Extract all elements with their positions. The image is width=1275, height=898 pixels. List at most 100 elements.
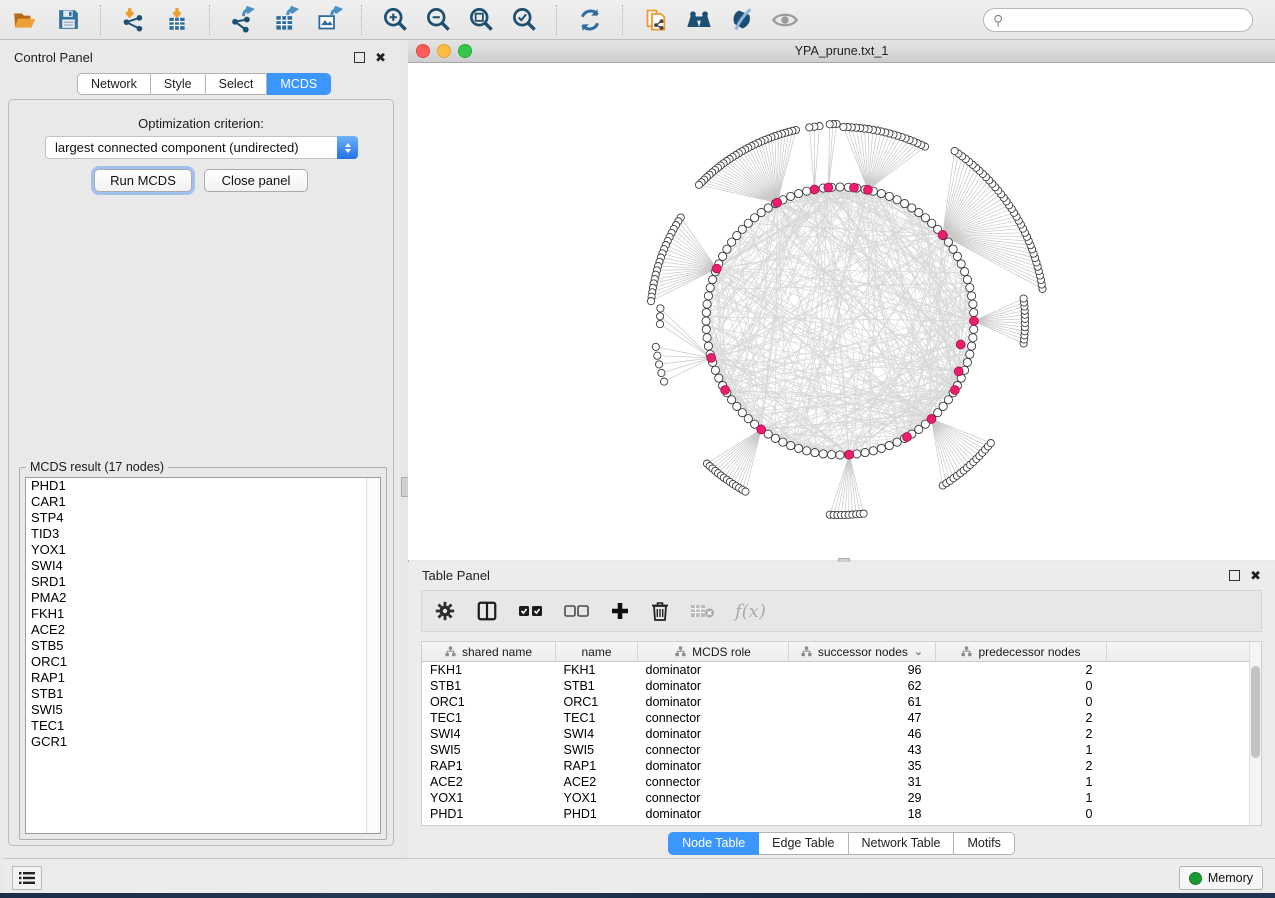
cell-successor_nodes[interactable]: 18 bbox=[789, 806, 936, 822]
table-row[interactable]: STB1STB1dominator620 bbox=[422, 678, 1257, 694]
delete-table-icon[interactable] bbox=[690, 598, 715, 624]
cell-shared_name[interactable]: SWI5 bbox=[422, 742, 556, 758]
cell-successor_nodes[interactable]: 29 bbox=[789, 790, 936, 806]
search-box[interactable]: ⚲ bbox=[983, 8, 1253, 32]
cell-successor_nodes[interactable]: 35 bbox=[789, 758, 936, 774]
tab-motifs[interactable]: Motifs bbox=[954, 832, 1014, 855]
add-column-icon[interactable] bbox=[610, 598, 630, 624]
cell-shared_name[interactable]: YOX1 bbox=[422, 790, 556, 806]
export-table-icon[interactable] bbox=[271, 5, 301, 35]
cell-successor_nodes[interactable]: 43 bbox=[789, 742, 936, 758]
cell-predecessor_nodes[interactable]: 0 bbox=[936, 806, 1107, 822]
cell-name[interactable]: SWI5 bbox=[556, 742, 638, 758]
table-row[interactable]: FKH1FKH1dominator962 bbox=[422, 662, 1257, 679]
open-file-icon[interactable] bbox=[10, 5, 40, 35]
mcds-result-item[interactable]: PHD1 bbox=[26, 478, 380, 494]
mcds-hub-node[interactable] bbox=[845, 450, 854, 459]
cell-name[interactable]: TEC1 bbox=[556, 710, 638, 726]
cell-name[interactable]: YOX1 bbox=[556, 790, 638, 806]
cell-successor_nodes[interactable]: 47 bbox=[789, 710, 936, 726]
search-input[interactable] bbox=[1008, 12, 1243, 28]
tab-network[interactable]: Network bbox=[77, 73, 151, 95]
mcds-hub-node[interactable] bbox=[951, 386, 960, 395]
cell-shared_name[interactable]: RAP1 bbox=[422, 758, 556, 774]
deselect-all-icon[interactable] bbox=[564, 598, 590, 624]
cell-shared_name[interactable]: ORC1 bbox=[422, 694, 556, 710]
mcds-hub-node[interactable] bbox=[824, 183, 833, 192]
mcds-result-item[interactable]: SWI5 bbox=[26, 702, 380, 718]
zoom-in-icon[interactable] bbox=[380, 5, 410, 35]
table-row[interactable]: TEC1TEC1connector472 bbox=[422, 710, 1257, 726]
cell-mcds_role[interactable]: dominator bbox=[638, 806, 789, 822]
cell-mcds_role[interactable]: connector bbox=[638, 742, 789, 758]
column-header-shared-name[interactable]: shared name bbox=[422, 642, 556, 662]
table-row[interactable]: ACE2ACE2connector311 bbox=[422, 774, 1257, 790]
export-network-icon[interactable] bbox=[228, 5, 258, 35]
column-layout-icon[interactable] bbox=[476, 598, 498, 624]
network-graph-canvas[interactable] bbox=[408, 63, 1275, 560]
mcds-result-item[interactable]: STB1 bbox=[26, 686, 380, 702]
cell-shared_name[interactable]: TEC1 bbox=[422, 710, 556, 726]
import-table-icon[interactable] bbox=[162, 5, 192, 35]
close-panel-button[interactable]: Close panel bbox=[204, 169, 308, 192]
table-row[interactable]: SWI5SWI5connector431 bbox=[422, 742, 1257, 758]
mcds-hub-node[interactable] bbox=[707, 354, 716, 363]
tab-node-table[interactable]: Node Table bbox=[668, 832, 759, 855]
table-row[interactable]: SWI4SWI4dominator462 bbox=[422, 726, 1257, 742]
first-neighbors-icon[interactable] bbox=[684, 5, 714, 35]
tab-select[interactable]: Select bbox=[206, 73, 268, 95]
cell-mcds_role[interactable]: dominator bbox=[638, 758, 789, 774]
criterion-dropdown[interactable]: largest connected component (undirected) bbox=[45, 136, 358, 159]
memory-button[interactable]: Memory bbox=[1179, 866, 1263, 890]
mcds-result-item[interactable]: ACE2 bbox=[26, 622, 380, 638]
mcds-result-item[interactable]: TID3 bbox=[26, 526, 380, 542]
table-row[interactable]: PHD1PHD1dominator180 bbox=[422, 806, 1257, 822]
float-table-panel-icon[interactable] bbox=[1229, 570, 1240, 581]
mcds-hub-node[interactable] bbox=[938, 231, 947, 240]
cell-successor_nodes[interactable]: 96 bbox=[789, 662, 936, 679]
cell-mcds_role[interactable]: connector bbox=[638, 790, 789, 806]
delete-column-icon[interactable] bbox=[650, 598, 670, 624]
cell-mcds_role[interactable]: dominator bbox=[638, 694, 789, 710]
cell-predecessor_nodes[interactable]: 2 bbox=[936, 726, 1107, 742]
cell-mcds_role[interactable]: connector bbox=[638, 774, 789, 790]
cell-predecessor_nodes[interactable]: 1 bbox=[936, 790, 1107, 806]
import-network-icon[interactable] bbox=[119, 5, 149, 35]
column-header-MCDS-role[interactable]: MCDS role bbox=[638, 642, 789, 662]
clone-network-icon[interactable] bbox=[641, 5, 671, 35]
task-history-button[interactable] bbox=[12, 866, 42, 890]
zoom-out-icon[interactable] bbox=[423, 5, 453, 35]
cell-name[interactable]: SWI4 bbox=[556, 726, 638, 742]
function-builder-icon[interactable]: f(x) bbox=[735, 598, 766, 624]
show-all-icon[interactable] bbox=[770, 5, 800, 35]
cell-shared_name[interactable]: STB1 bbox=[422, 678, 556, 694]
mcds-result-item[interactable]: STP4 bbox=[26, 510, 380, 526]
apply-layout-icon[interactable] bbox=[575, 5, 605, 35]
cell-predecessor_nodes[interactable]: 1 bbox=[936, 742, 1107, 758]
cell-predecessor_nodes[interactable]: 0 bbox=[936, 694, 1107, 710]
cell-mcds_role[interactable]: dominator bbox=[638, 662, 789, 679]
cell-name[interactable]: STB1 bbox=[556, 678, 638, 694]
column-header-predecessor-nodes[interactable]: predecessor nodes bbox=[936, 642, 1107, 662]
mcds-result-item[interactable]: STB5 bbox=[26, 638, 380, 654]
run-mcds-button[interactable]: Run MCDS bbox=[94, 169, 192, 192]
mcds-hub-node[interactable] bbox=[956, 340, 965, 349]
select-all-icon[interactable] bbox=[518, 598, 544, 624]
zoom-fit-icon[interactable] bbox=[466, 5, 496, 35]
tab-mcds[interactable]: MCDS bbox=[267, 73, 331, 95]
table-scrollbar-thumb[interactable] bbox=[1251, 666, 1260, 758]
tab-edge-table[interactable]: Edge Table bbox=[759, 832, 848, 855]
cell-name[interactable]: ORC1 bbox=[556, 694, 638, 710]
cell-name[interactable]: FKH1 bbox=[556, 662, 638, 679]
cell-mcds_role[interactable]: dominator bbox=[638, 678, 789, 694]
mcds-hub-node[interactable] bbox=[850, 183, 859, 192]
gear-icon[interactable] bbox=[434, 598, 456, 624]
cell-mcds_role[interactable]: dominator bbox=[638, 726, 789, 742]
mcds-result-item[interactable]: RAP1 bbox=[26, 670, 380, 686]
cell-successor_nodes[interactable]: 62 bbox=[789, 678, 936, 694]
column-header-name[interactable]: name bbox=[556, 642, 638, 662]
cell-shared_name[interactable]: SWI4 bbox=[422, 726, 556, 742]
mcds-hub-node[interactable] bbox=[757, 425, 766, 434]
network-window-titlebar[interactable]: YPA_prune.txt_1 bbox=[408, 40, 1275, 63]
hide-selected-icon[interactable] bbox=[727, 5, 757, 35]
